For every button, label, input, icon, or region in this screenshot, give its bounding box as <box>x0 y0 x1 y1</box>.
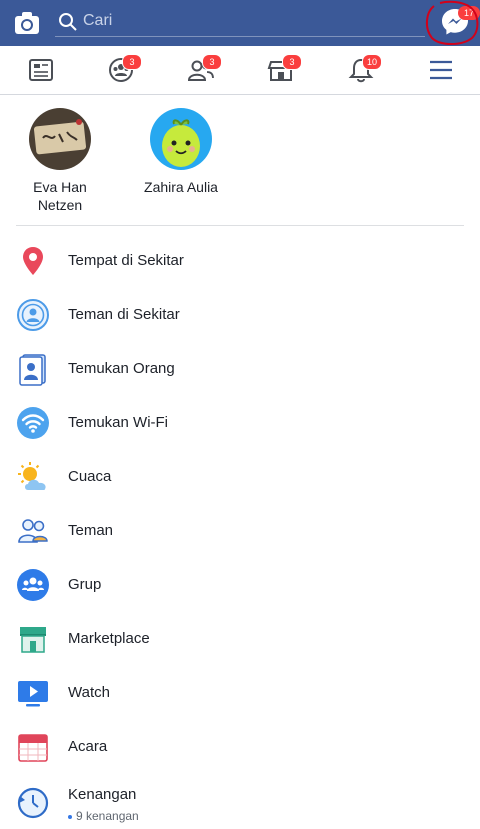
menu-item-sublabel: 9 kenangan <box>68 809 139 823</box>
news-feed-icon <box>29 59 53 81</box>
nearby-friends-icon <box>17 299 49 331</box>
menu-item-label: Marketplace <box>68 630 150 647</box>
menu-item-memories[interactable]: Kenangan 9 kenangan <box>0 774 480 828</box>
menu-item-label: Acara <box>68 738 108 755</box>
camera-icon[interactable] <box>13 9 41 37</box>
friend-requests-badge: 3 <box>202 54 222 70</box>
avatar <box>150 108 212 170</box>
menu-item-weather[interactable]: Cuaca <box>0 450 480 504</box>
nav-bar: 3 3 3 10 <box>0 46 480 95</box>
divider <box>16 225 464 226</box>
person-shortcut[interactable]: Zahira Aulia <box>126 108 236 196</box>
menu-item-watch[interactable]: Watch <box>0 666 480 720</box>
calendar-icon <box>18 734 48 762</box>
marketplace-badge: 3 <box>282 54 302 70</box>
groups-badge: 3 <box>122 54 142 70</box>
menu-item-marketplace[interactable]: Marketplace <box>0 612 480 666</box>
memories-count: 9 kenangan <box>76 809 139 823</box>
hamburger-icon <box>430 60 452 80</box>
menu-item-label: Temukan Orang <box>68 360 175 377</box>
menu-item-label: Grup <box>68 576 102 593</box>
menu-item-find-wifi[interactable]: Temukan Wi-Fi <box>0 396 480 450</box>
groups-icon <box>17 569 49 601</box>
search-input[interactable]: Cari <box>55 6 425 37</box>
menu-item-label: Watch <box>68 684 110 701</box>
menu-item-groups[interactable]: Grup <box>0 558 480 612</box>
menu-item-label: Teman di Sekitar <box>68 306 180 323</box>
person-name-line2: Netzen <box>37 197 83 213</box>
menu-item-label: Kenangan <box>68 786 137 803</box>
menu-item-nearby-friends[interactable]: Teman di Sekitar <box>0 288 480 342</box>
wifi-icon <box>17 407 49 439</box>
menu-item-nearby-places[interactable]: Tempat di Sekitar <box>0 234 480 288</box>
marketplace-icon <box>20 627 46 653</box>
weather-icon <box>18 462 46 490</box>
search-placeholder: Cari <box>83 12 113 29</box>
person-name: Eva Han <box>33 179 87 195</box>
messenger-badge: 17 <box>458 6 480 20</box>
menu-item-label: Cuaca <box>68 468 112 485</box>
tab-marketplace[interactable]: 3 <box>266 54 302 84</box>
menu-item-label: Tempat di Sekitar <box>68 252 184 269</box>
tab-groups[interactable]: 3 <box>106 54 142 84</box>
menu-item-friends[interactable]: Teman <box>0 504 480 558</box>
menu-item-find-people[interactable]: Temukan Orang <box>0 342 480 396</box>
watch-icon <box>18 681 48 707</box>
notifications-badge: 10 <box>362 54 382 70</box>
tab-friend-requests[interactable]: 3 <box>186 54 222 84</box>
tab-news-feed[interactable] <box>26 56 56 84</box>
top-bar: Cari 17 <box>0 0 480 46</box>
search-icon <box>59 13 77 31</box>
tab-notifications[interactable]: 10 <box>346 54 382 84</box>
memories-icon <box>17 787 49 819</box>
person-name: Zahira Aulia <box>144 179 218 195</box>
tab-menu[interactable] <box>426 56 456 84</box>
find-people-icon <box>19 354 46 386</box>
new-dot-icon <box>68 814 72 819</box>
menu-item-events[interactable]: Acara <box>0 720 480 774</box>
friends-icon <box>18 519 48 543</box>
avatar <box>29 108 91 170</box>
person-shortcut[interactable]: Eva Han Netzen <box>5 108 115 214</box>
menu-item-label: Teman <box>68 522 114 539</box>
location-pin-icon <box>23 247 43 275</box>
people-shortcuts: Eva Han Netzen Zahira Aulia <box>0 96 480 226</box>
menu-item-label: Temukan Wi-Fi <box>68 414 169 431</box>
